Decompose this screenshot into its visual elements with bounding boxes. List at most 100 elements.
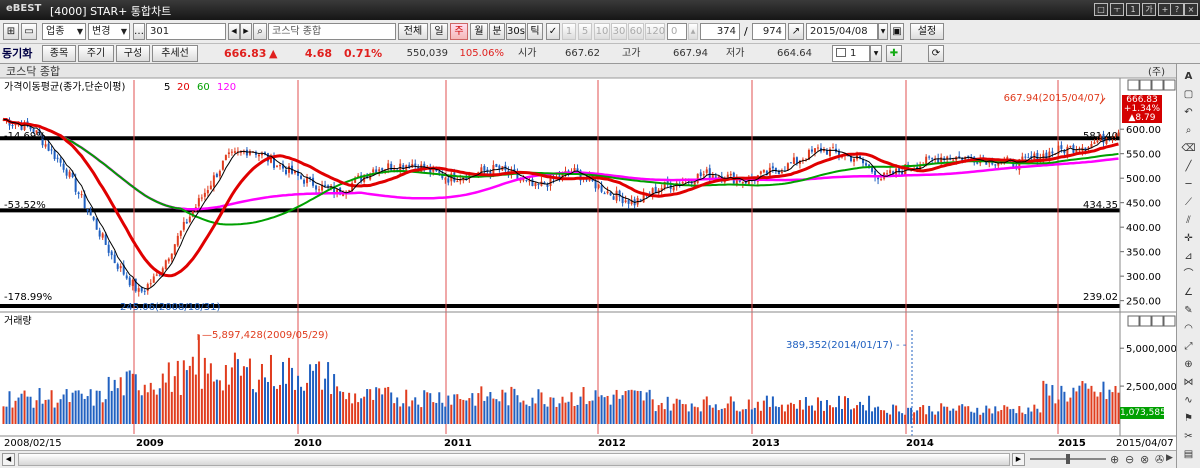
count-120-button[interactable]: 120: [645, 23, 665, 40]
target-tool-icon[interactable]: ⊕: [1181, 358, 1196, 371]
count-30-button[interactable]: 30: [611, 23, 627, 40]
channel-tool-icon[interactable]: ⫽: [1181, 214, 1196, 227]
zoom-slider-handle[interactable]: [1066, 454, 1070, 464]
scissors-tool-icon[interactable]: ✂: [1181, 430, 1196, 443]
zoom-out-icon[interactable]: ⊖: [1125, 453, 1134, 466]
period-all-button[interactable]: 전체: [398, 23, 428, 40]
cycle-tool-icon[interactable]: ⌒: [1181, 268, 1196, 281]
layout-dropdown-icon[interactable]: ▼: [870, 45, 882, 62]
line-tool-icon[interactable]: ╱: [1181, 160, 1196, 173]
period-month-button[interactable]: 월: [470, 23, 488, 40]
settings-button[interactable]: 설정: [910, 23, 944, 40]
count-10-button[interactable]: 10: [594, 23, 610, 40]
period-tick-button[interactable]: 틱: [527, 23, 543, 40]
trend-tool-icon[interactable]: ⟋: [1181, 196, 1196, 209]
calendar-icon[interactable]: ↗: [788, 23, 804, 40]
cross-tool-icon[interactable]: ✛: [1181, 232, 1196, 245]
restore-icon[interactable]: □: [1094, 3, 1108, 16]
volume-bar: [850, 409, 853, 424]
volume-bar: [600, 395, 603, 424]
volume-bar: [768, 406, 771, 424]
zoom-in-icon[interactable]: ⊕: [1110, 453, 1119, 466]
period-minute-button[interactable]: 분: [489, 23, 505, 40]
search-icon[interactable]: ⌕: [253, 23, 267, 40]
volume-bar: [474, 405, 477, 424]
zoom-reset-icon[interactable]: ⊗: [1140, 453, 1149, 466]
wrench-icon[interactable]: ✇: [1155, 453, 1164, 466]
check-icon[interactable]: ✓: [546, 23, 560, 40]
flag-tool-icon[interactable]: ⚑: [1181, 412, 1196, 425]
count-5-button[interactable]: 5: [578, 23, 592, 40]
horizontal-scrollbar[interactable]: ◀ ▶ ⊕ ⊖ ⊗ ✇ ▶: [0, 450, 1176, 468]
count-1-button[interactable]: 1: [562, 23, 576, 40]
period-week-button[interactable]: 주: [450, 23, 468, 40]
volume-bar: [20, 393, 23, 424]
period-button[interactable]: 주기: [78, 45, 114, 62]
volume-bar: [1081, 381, 1084, 424]
code-input[interactable]: 301: [146, 23, 226, 40]
ray-tool-icon[interactable]: ⤢: [1181, 340, 1196, 353]
volume-bar: [291, 367, 294, 424]
layout-select[interactable]: 1: [832, 45, 870, 62]
fib-tool-icon[interactable]: ⊿: [1181, 250, 1196, 263]
candle-body: [182, 221, 185, 230]
gann-tool-icon[interactable]: ⋈: [1181, 376, 1196, 389]
period-day-button[interactable]: 일: [430, 23, 448, 40]
date-input[interactable]: 2015/04/08: [806, 23, 878, 40]
volume-bar: [303, 390, 306, 424]
item-button[interactable]: 종목: [42, 45, 76, 62]
next-icon[interactable]: ▶: [240, 23, 252, 40]
chart-area[interactable]: 코스닥 종합 (주) 5 20 60 120 -14.69% -53.52% -178.99…: [0, 64, 1176, 468]
pin-icon[interactable]: ㅜ: [1110, 3, 1124, 16]
change-select[interactable]: 변경 ▼: [88, 23, 130, 40]
market-select[interactable]: 업종 ▼: [42, 23, 86, 40]
save-icon[interactable]: ▣: [890, 23, 904, 40]
refresh-icon[interactable]: ⟳: [928, 45, 944, 62]
link-icon[interactable]: ⊞: [3, 23, 19, 40]
add-icon[interactable]: ✚: [886, 45, 902, 62]
hline-tool-icon[interactable]: ─: [1181, 178, 1196, 191]
scroll-right-icon[interactable]: ▶: [1012, 453, 1025, 466]
pen-tool-icon[interactable]: ✎: [1181, 304, 1196, 317]
volume-bar: [618, 398, 621, 424]
char-icon[interactable]: 가: [1142, 3, 1156, 16]
number-icon[interactable]: 1: [1126, 3, 1140, 16]
text-tool-icon[interactable]: A: [1181, 70, 1196, 83]
wave-tool-icon[interactable]: ∿: [1181, 394, 1196, 407]
period-30s-button[interactable]: 30s: [506, 23, 526, 40]
cursor-tool-icon[interactable]: ▢: [1181, 88, 1196, 101]
compose-button[interactable]: 구성: [116, 45, 150, 62]
change-arrow: ▲: [269, 47, 278, 60]
screen-icon[interactable]: ▭: [21, 23, 37, 40]
prev-icon[interactable]: ◀: [228, 23, 240, 40]
scroll-end-icon[interactable]: ▶: [1166, 453, 1173, 463]
magnify-tool-icon[interactable]: ⌕: [1181, 124, 1196, 137]
chart-svg[interactable]: 코스닥 종합 (주) 5 20 60 120 -14.69% -53.52% -178.99…: [0, 64, 1176, 468]
volume-mark-annotation: 389,352(2014/01/17) - -: [786, 340, 907, 351]
close-icon[interactable]: ×: [1184, 3, 1198, 16]
trash-tool-icon[interactable]: ▤: [1181, 448, 1196, 461]
volume-bar: [606, 395, 609, 424]
spin-icon[interactable]: ▲: [688, 23, 698, 40]
view-count-input[interactable]: 374: [700, 23, 740, 40]
count-start-input[interactable]: 0: [667, 23, 687, 40]
trendline-button[interactable]: 추세선: [152, 45, 198, 62]
name-field: 코스닥 종합: [268, 23, 396, 40]
sync-label[interactable]: 동기화: [2, 47, 32, 61]
erase-tool-icon[interactable]: ⌫: [1181, 142, 1196, 155]
high-value: 667.94: [673, 48, 708, 59]
volume-bar: [1078, 385, 1081, 424]
date-dropdown-icon[interactable]: ▼: [878, 23, 888, 40]
candle-body: [128, 277, 131, 286]
code-search-icon[interactable]: …: [133, 23, 145, 40]
volume-bar: [275, 388, 278, 424]
candle-body: [741, 181, 744, 184]
undo-tool-icon[interactable]: ↶: [1181, 106, 1196, 119]
count-60-button[interactable]: 60: [628, 23, 644, 40]
min-price-annotation: 245.06(2008/10/31): [120, 302, 221, 313]
angle-tool-icon[interactable]: ∠: [1181, 286, 1196, 299]
help-icon[interactable]: ?: [1170, 3, 1184, 16]
scroll-left-icon[interactable]: ◀: [2, 453, 15, 466]
arc-tool-icon[interactable]: ◠: [1181, 322, 1196, 335]
scroll-thumb[interactable]: [18, 453, 1010, 466]
